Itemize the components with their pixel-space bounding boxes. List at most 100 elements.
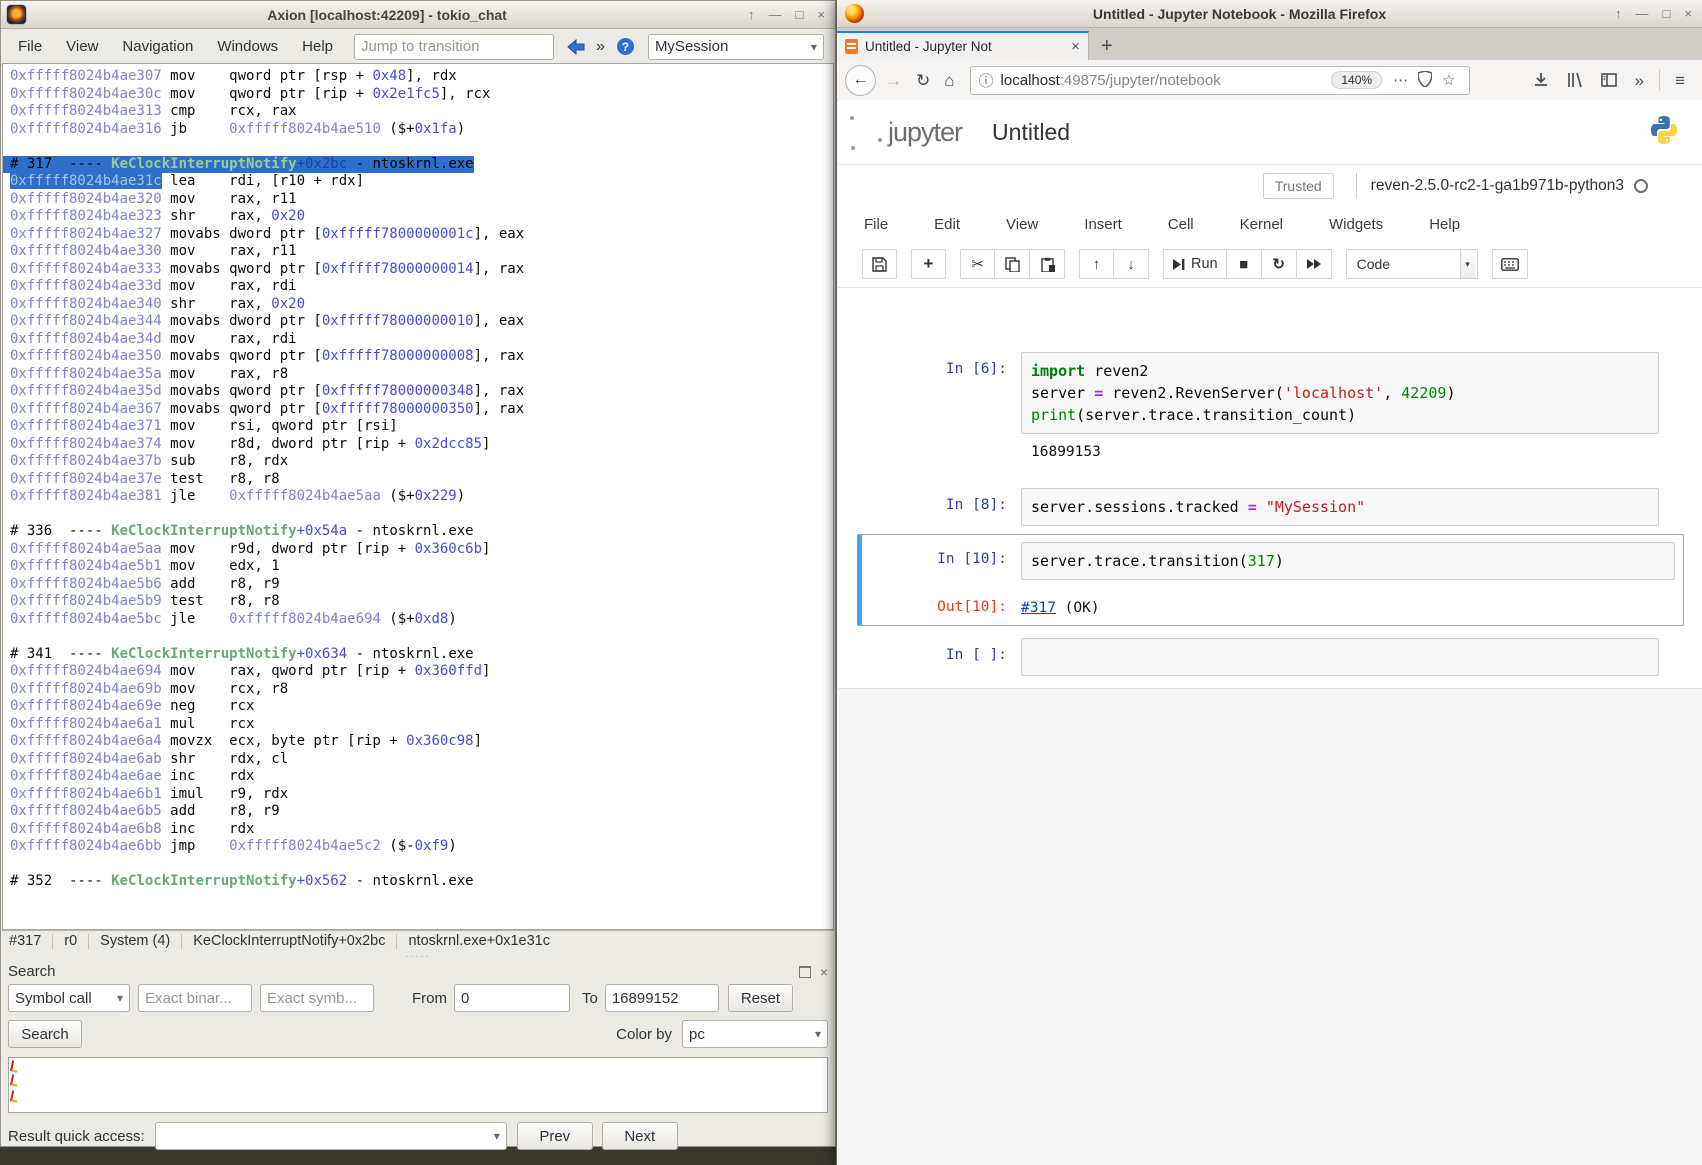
disasm-line[interactable]: 0xfffff8024b4ae6ab shr rdx, cl <box>3 751 288 769</box>
move-cell-up-button[interactable]: ↑ <box>1079 249 1114 279</box>
disasm-line-highlighted[interactable]: # 317 ---- KeClockInterruptNotify+0x2bc … <box>3 156 474 174</box>
disasm-line[interactable]: 0xfffff8024b4ae35d movabs qword ptr [0xf… <box>3 383 524 401</box>
shield-icon[interactable] <box>1418 71 1432 90</box>
menu-view[interactable]: View <box>1006 216 1038 233</box>
disasm-line[interactable]: 0xfffff8024b4ae6ae inc rdx <box>3 768 254 786</box>
menu-widgets[interactable]: Widgets <box>1329 216 1383 233</box>
search-button[interactable]: Search <box>8 1020 82 1048</box>
disasm-line[interactable]: 0xfffff8024b4ae340 shr rax, 0x20 <box>3 296 305 314</box>
window-shade-icon[interactable]: ↑ <box>748 8 755 21</box>
disasm-line[interactable]: 0xfffff8024b4ae694 mov rax, qword ptr [r… <box>3 663 490 681</box>
run-cell-button[interactable]: Run <box>1163 249 1227 279</box>
exact-symbol-input[interactable] <box>260 984 374 1012</box>
close-icon[interactable]: × <box>817 8 825 21</box>
toolbar-overflow-icon[interactable]: » <box>1635 72 1644 89</box>
prev-button[interactable]: Prev <box>517 1122 593 1150</box>
firefox-titlebar[interactable]: Untitled - Jupyter Notebook - Mozilla Fi… <box>837 0 1702 28</box>
code-input[interactable]: server.sessions.tracked = "MySession" <box>1021 488 1659 526</box>
hamburger-menu-icon[interactable]: ≡ <box>1675 72 1685 89</box>
disasm-line[interactable]: # 352 ---- KeClockInterruptNotify+0x562 … <box>3 873 474 891</box>
site-info-icon[interactable]: ⓘ <box>979 70 994 91</box>
code-cell[interactable]: In [ ]: <box>838 638 1702 676</box>
to-input[interactable] <box>605 984 719 1012</box>
page-actions-icon[interactable]: ⋯ <box>1393 73 1408 88</box>
from-input[interactable] <box>454 984 570 1012</box>
next-button[interactable]: Next <box>602 1122 678 1150</box>
selected-code-cell[interactable]: In [10]: server.trace.transition(317) Ou… <box>857 534 1684 626</box>
copy-cell-button[interactable] <box>995 249 1030 279</box>
home-button[interactable]: ⌂ <box>944 72 954 89</box>
toolbar-overflow-icon[interactable]: » <box>596 38 605 56</box>
help-icon[interactable]: ? <box>617 38 634 55</box>
code-cell[interactable]: In [6]: import reven2 server = reven2.Re… <box>838 352 1702 434</box>
code-input[interactable]: server.trace.transition(317) <box>1021 542 1675 580</box>
disasm-line[interactable]: 0xfffff8024b4ae5b9 test r8, r8 <box>3 593 280 611</box>
disasm-line[interactable]: 0xfffff8024b4ae327 movabs dword ptr [0xf… <box>3 226 524 244</box>
disasm-line[interactable]: 0xfffff8024b4ae33d mov rax, rdi <box>3 278 297 296</box>
menu-edit[interactable]: Edit <box>934 216 960 233</box>
dock-float-icon[interactable] <box>799 966 811 978</box>
cell-type-select[interactable]: Code ▾ <box>1346 249 1478 279</box>
menu-kernel[interactable]: Kernel <box>1240 216 1283 233</box>
disasm-line[interactable]: 0xfffff8024b4ae367 movabs qword ptr [0xf… <box>3 401 524 419</box>
sidebar-icon[interactable] <box>1601 72 1617 88</box>
disasm-line[interactable] <box>3 506 18 524</box>
forward-button[interactable]: → <box>885 72 902 89</box>
axion-titlebar[interactable]: Axion [localhost:42209] - tokio_chat ↑ —… <box>1 1 835 29</box>
disasm-line[interactable]: 0xfffff8024b4ae5b1 mov edx, 1 <box>3 558 280 576</box>
transition-link[interactable]: #317 <box>1021 600 1056 616</box>
disasm-line[interactable]: 0xfffff8024b4ae313 cmp rcx, rax <box>3 103 297 121</box>
new-tab-button[interactable]: + <box>1101 36 1113 56</box>
paste-cell-button[interactable] <box>1030 249 1065 279</box>
disasm-line[interactable]: 0xfffff8024b4ae381 jle 0xfffff8024b4ae5a… <box>3 488 465 506</box>
jump-to-transition-input[interactable] <box>354 34 554 60</box>
menu-file[interactable]: File <box>864 216 888 233</box>
move-cell-down-button[interactable]: ↓ <box>1114 249 1149 279</box>
command-palette-button[interactable] <box>1492 249 1528 279</box>
disasm-line[interactable]: 0xfffff8024b4ae371 mov rsi, qword ptr [r… <box>3 418 398 436</box>
disasm-line[interactable]: 0xfffff8024b4ae323 shr rax, 0x20 <box>3 208 305 226</box>
close-icon[interactable]: × <box>1684 7 1692 20</box>
save-button[interactable] <box>862 249 897 279</box>
code-input[interactable]: import reven2 server = reven2.RevenServe… <box>1021 352 1659 434</box>
code-cell[interactable]: In [8]: server.sessions.tracked = "MySes… <box>838 488 1702 526</box>
disasm-line[interactable]: 0xfffff8024b4ae5b6 add r8, r9 <box>3 576 280 594</box>
restart-kernel-button[interactable]: ↻ <box>1262 249 1297 279</box>
disasm-line[interactable]: 0xfffff8024b4ae350 movabs qword ptr [0xf… <box>3 348 524 366</box>
menu-file[interactable]: File <box>7 34 53 59</box>
splitter-handle[interactable]: ····· <box>2 951 834 960</box>
zoom-level-badge[interactable]: 140% <box>1331 71 1382 89</box>
disasm-line[interactable]: 0xfffff8024b4ae374 mov r8d, dword ptr [r… <box>3 436 490 454</box>
menu-insert[interactable]: Insert <box>1084 216 1122 233</box>
library-icon[interactable] <box>1567 72 1583 88</box>
search-mode-combobox[interactable]: Symbol call ▾ <box>8 984 130 1012</box>
minimize-icon[interactable]: — <box>1636 7 1649 20</box>
disasm-line[interactable]: 0xfffff8024b4ae333 movabs qword ptr [0xf… <box>3 261 524 279</box>
downloads-icon[interactable] <box>1533 72 1549 88</box>
reset-button[interactable]: Reset <box>728 984 793 1012</box>
interrupt-kernel-button[interactable]: ■ <box>1227 249 1262 279</box>
disasm-line[interactable]: 0xfffff8024b4ae6b8 inc rdx <box>3 821 254 839</box>
maximize-icon[interactable]: □ <box>796 8 804 21</box>
reload-button[interactable]: ↻ <box>916 72 930 89</box>
disasm-line[interactable]: 0xfffff8024b4ae330 mov rax, r11 <box>3 243 297 261</box>
notebook-title[interactable]: Untitled <box>992 119 1070 146</box>
jupyter-logo-icon[interactable] <box>850 114 882 150</box>
url-bar[interactable]: ⓘ localhost:49875/jupyter/notebook 140% … <box>970 66 1470 95</box>
disasm-line[interactable]: 0xfffff8024b4ae37e test r8, r8 <box>3 471 280 489</box>
menu-view[interactable]: View <box>55 34 109 59</box>
menu-cell[interactable]: Cell <box>1168 216 1194 233</box>
disasm-line[interactable] <box>3 856 18 874</box>
disasm-line[interactable]: 0xfffff8024b4ae34d mov rax, rdi <box>3 331 297 349</box>
code-input[interactable] <box>1021 638 1659 676</box>
disasm-line[interactable]: 0xfffff8024b4ae37b sub r8, rdx <box>3 453 288 471</box>
disasm-line[interactable]: 0xfffff8024b4ae69b mov rcx, r8 <box>3 681 288 699</box>
disasm-line[interactable]: 0xfffff8024b4ae6a4 movzx ecx, byte ptr [… <box>3 733 482 751</box>
disasm-line[interactable]: 0xfffff8024b4ae6b5 add r8, r9 <box>3 803 280 821</box>
jupyter-wordmark[interactable]: jupyter <box>888 117 962 148</box>
disasm-line[interactable]: 0xfffff8024b4ae30c mov qword ptr [rip + … <box>3 86 490 104</box>
restart-run-all-button[interactable] <box>1297 249 1332 279</box>
dock-close-icon[interactable]: × <box>820 965 828 979</box>
exact-binary-input[interactable] <box>138 984 252 1012</box>
back-button[interactable]: ← <box>845 65 876 96</box>
